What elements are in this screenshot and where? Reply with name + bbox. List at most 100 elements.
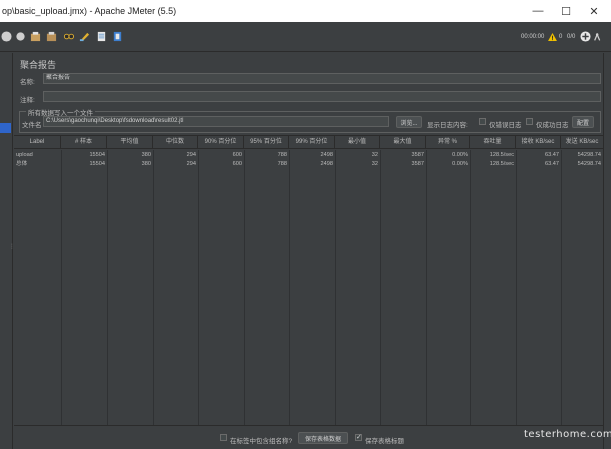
table-cell: 2498: [320, 152, 333, 158]
filename-label: 文件名: [22, 122, 42, 129]
test-plan-tree[interactable]: [0, 53, 13, 449]
table-cell: 32: [371, 161, 378, 167]
name-label: 名称:: [20, 79, 35, 86]
table-cell: 3587: [411, 152, 424, 158]
start-no-timers-icon[interactable]: [15, 31, 26, 42]
close-button[interactable]: ✕: [580, 0, 608, 22]
column-header[interactable]: 95% 百分位: [244, 136, 289, 149]
errors-only-checkbox[interactable]: [479, 118, 486, 125]
elapsed-timer: 00:00:00: [521, 34, 545, 40]
thread-count: 0/0: [567, 34, 576, 40]
column-header[interactable]: 异常 %: [426, 136, 470, 149]
column-divider: [61, 150, 62, 426]
watermark: testerhome.com: [524, 429, 611, 440]
right-scroll-strip: [603, 53, 611, 449]
column-header[interactable]: 接收 KB/sec: [516, 136, 561, 149]
success-only-checkbox[interactable]: [526, 118, 533, 125]
table-cell: 2498: [320, 161, 333, 167]
browse-button[interactable]: 浏览...: [396, 116, 422, 128]
table-cell: 15504: [89, 152, 105, 158]
add-icon[interactable]: [580, 31, 591, 42]
column-header[interactable]: 最小值: [335, 136, 380, 149]
save-table-header-label: 保存表格标题: [365, 438, 404, 445]
search-icon[interactable]: [96, 31, 107, 42]
filename-field[interactable]: C:\Users\gaochunqi\Desktop\fsdownload\re…: [43, 116, 389, 127]
table-row[interactable]: upload 15504 380 294 600 788 2498 32 358…: [14, 151, 603, 160]
table-cell: 54298.74: [577, 152, 601, 158]
table-cell: 294: [186, 161, 196, 167]
errors-only-label: 仅错误日志: [489, 122, 522, 129]
column-header[interactable]: # 样本: [61, 136, 107, 149]
clear-icon[interactable]: [63, 31, 74, 42]
splitter-handle[interactable]: ⋮: [9, 243, 15, 251]
maximize-button[interactable]: ☐: [552, 0, 580, 22]
table-cell: 128.5/sec: [489, 152, 514, 158]
column-divider: [198, 150, 199, 426]
column-divider: [470, 150, 471, 426]
column-divider: [561, 150, 562, 426]
table-cell: 0.00%: [452, 161, 468, 167]
toolbar: 00:00:00 0 0/0: [0, 22, 611, 52]
table-cell: 总体: [16, 161, 28, 167]
table-cell: 3587: [411, 161, 424, 167]
table-cell: upload: [16, 152, 33, 158]
column-divider: [426, 150, 427, 426]
bottom-bar: 在标签中包含组名称? 保存表格数据 保存表格标题: [14, 425, 603, 449]
save-table-header-checkbox[interactable]: [355, 433, 362, 441]
title-bar: op\basic_upload.jmx) - Apache JMeter (5.…: [0, 0, 611, 22]
include-group-name-checkbox[interactable]: [220, 434, 227, 441]
table-cell: 63.47: [545, 152, 559, 158]
window-title: op\basic_upload.jmx) - Apache JMeter (5.…: [2, 6, 177, 16]
table-cell: 380: [141, 152, 151, 158]
save-table-data-button[interactable]: 保存表格数据: [298, 432, 348, 444]
table-cell: 32: [371, 152, 378, 158]
table-cell: 63.47: [545, 161, 559, 167]
table-cell: 15504: [89, 161, 105, 167]
column-header[interactable]: 吞吐量: [470, 136, 516, 149]
column-divider: [516, 150, 517, 426]
column-header[interactable]: 中位数: [153, 136, 198, 149]
table-cell: 600: [232, 152, 242, 158]
table-cell: 294: [186, 152, 196, 158]
column-header[interactable]: 99% 百分位: [289, 136, 335, 149]
table-cell: 54298.74: [577, 161, 601, 167]
table-row[interactable]: 总体 15504 380 294 600 788 2498 32 3587 0.…: [14, 160, 603, 169]
name-field[interactable]: 聚合报告: [43, 73, 601, 84]
page-title: 聚合报告: [20, 60, 57, 70]
column-header[interactable]: 平均值: [107, 136, 153, 149]
function-helper-icon[interactable]: [112, 31, 123, 42]
stop-icon[interactable]: [30, 31, 41, 42]
start-icon[interactable]: [1, 31, 12, 42]
table-header: Label # 样本 平均值 中位数 90% 百分位 95% 百分位 99% 百…: [14, 136, 603, 149]
comment-label: 注释:: [20, 97, 35, 104]
tree-selected-node[interactable]: [0, 123, 11, 133]
column-divider: [153, 150, 154, 426]
table-cell: 0.00%: [452, 152, 468, 158]
success-only-label: 仅成功日志: [536, 122, 569, 129]
log-display-label: 显示日志内容:: [427, 122, 468, 129]
remote-icon[interactable]: [593, 32, 603, 42]
table-cell: 600: [232, 161, 242, 167]
column-header[interactable]: 最大值: [380, 136, 426, 149]
table-cell: 788: [277, 152, 287, 158]
minimize-button[interactable]: —: [524, 0, 552, 22]
warning-icon[interactable]: [548, 33, 557, 41]
aggregate-report-panel: 聚合报告 名称: 聚合报告 注释: 所有数据写入一个文件 文件名 C:\User…: [14, 53, 603, 449]
clear-all-icon[interactable]: [79, 31, 90, 42]
warning-count: 0: [559, 34, 563, 40]
column-header[interactable]: 90% 百分位: [198, 136, 244, 149]
comment-field[interactable]: [43, 91, 601, 102]
table-cell: 380: [141, 161, 151, 167]
column-header[interactable]: 发送 KB/sec: [561, 136, 603, 149]
column-divider: [244, 150, 245, 426]
column-divider: [107, 150, 108, 426]
configure-button[interactable]: 配置: [572, 116, 594, 128]
results-table[interactable]: Label # 样本 平均值 中位数 90% 百分位 95% 百分位 99% 百…: [14, 135, 603, 426]
include-group-name-label: 在标签中包含组名称?: [230, 438, 293, 445]
table-cell: 128.5/sec: [489, 161, 514, 167]
column-divider: [335, 150, 336, 426]
shutdown-icon[interactable]: [46, 31, 57, 42]
column-header[interactable]: Label: [14, 136, 61, 149]
column-divider: [380, 150, 381, 426]
table-cell: 788: [277, 161, 287, 167]
